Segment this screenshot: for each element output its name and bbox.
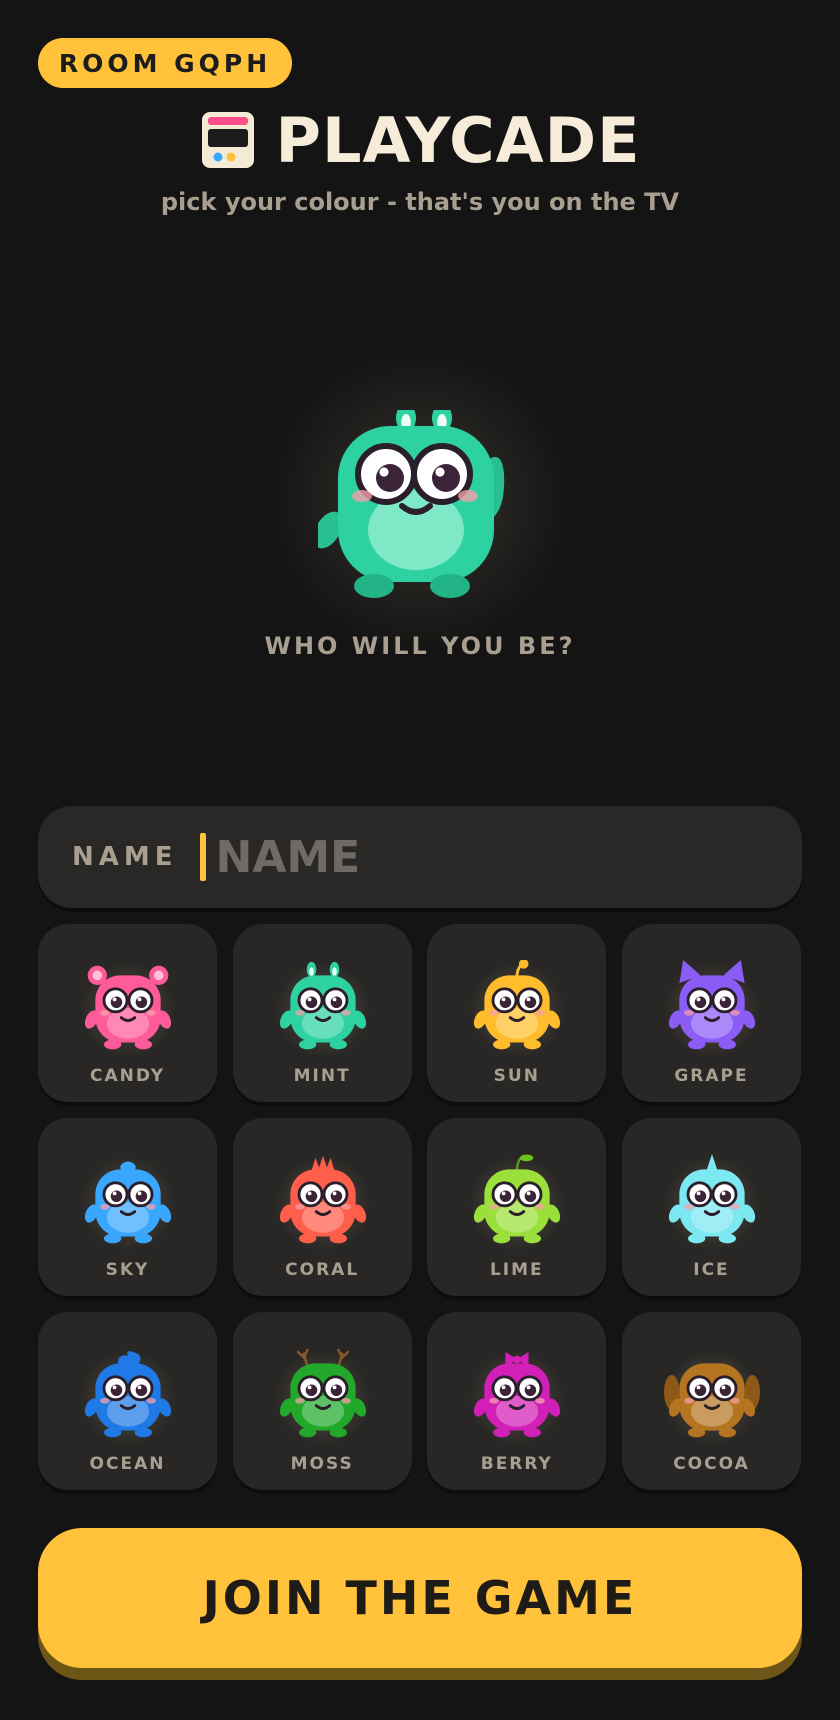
room-code-badge: ROOM GQPH (38, 38, 292, 88)
colour-option-sky[interactable]: SKY (38, 1118, 217, 1296)
name-field[interactable]: NAME (38, 806, 802, 908)
colour-option-lime[interactable]: LIME (427, 1118, 607, 1296)
colour-option-coral[interactable]: CORAL (232, 1118, 412, 1296)
tuft-monster-icon (80, 1155, 176, 1250)
colour-option-label: CANDY (89, 1066, 166, 1086)
sprout-monster-icon (469, 1154, 566, 1250)
selected-mint-avatar (318, 410, 505, 598)
colour-option-label: BERRY (480, 1454, 553, 1474)
colour-option-label: ICE (693, 1260, 730, 1280)
colour-option-mint[interactable]: MINT (232, 924, 412, 1102)
colour-option-label: GRAPE (674, 1066, 749, 1086)
join-game-button[interactable]: JOIN THE GAME (38, 1528, 802, 1668)
colour-option-label: SUN (493, 1066, 540, 1086)
name-label: NAME (72, 842, 178, 872)
app-title: PLAYCADE (275, 103, 641, 177)
arcade-cabinet-icon (201, 112, 254, 168)
colour-option-label: MOSS (290, 1454, 354, 1474)
colour-option-sun[interactable]: SUN (427, 924, 607, 1102)
colour-option-label: MINT (293, 1066, 351, 1086)
colour-option-label: SKY (105, 1260, 150, 1280)
cat-ears-monster-icon (663, 960, 760, 1056)
colour-option-candy[interactable]: CANDY (38, 924, 217, 1102)
tagline: pick your colour - that's you on the TV (160, 188, 680, 216)
colour-option-label: LIME (489, 1260, 544, 1280)
colour-option-grape[interactable]: GRAPE (621, 924, 801, 1102)
colour-option-cocoa[interactable]: COCOA (621, 1312, 801, 1490)
colour-option-moss[interactable]: MOSS (232, 1312, 412, 1490)
text-caret (199, 833, 206, 881)
antlers-monster-icon (274, 1348, 371, 1444)
crest-monster-icon (274, 1155, 371, 1250)
bear-ears-monster-icon (80, 961, 176, 1056)
colour-option-label: COCOA (673, 1454, 750, 1474)
curl-monster-icon (80, 1349, 176, 1444)
horn-monster-icon (663, 1154, 760, 1250)
colour-picker-grid: CANDY MINT SUN GRAPE SKY CORAL LIME ICE … (38, 924, 802, 1490)
colour-option-berry[interactable]: BERRY (427, 1312, 607, 1490)
colour-option-label: OCEAN (89, 1454, 166, 1474)
colour-option-label: CORAL (285, 1260, 360, 1280)
colour-option-ice[interactable]: ICE (621, 1118, 801, 1296)
floppy-ears-monster-icon (663, 1349, 760, 1444)
colour-option-ocean[interactable]: OCEAN (38, 1312, 217, 1490)
antenna-monster-icon (469, 960, 566, 1056)
bunny-ears-monster-icon (274, 961, 371, 1056)
hero-prompt: WHO WILL YOU BE? (264, 632, 576, 660)
name-input[interactable] (215, 831, 716, 883)
bow-monster-icon (469, 1349, 566, 1444)
app-header: PLAYCADE (0, 100, 840, 180)
